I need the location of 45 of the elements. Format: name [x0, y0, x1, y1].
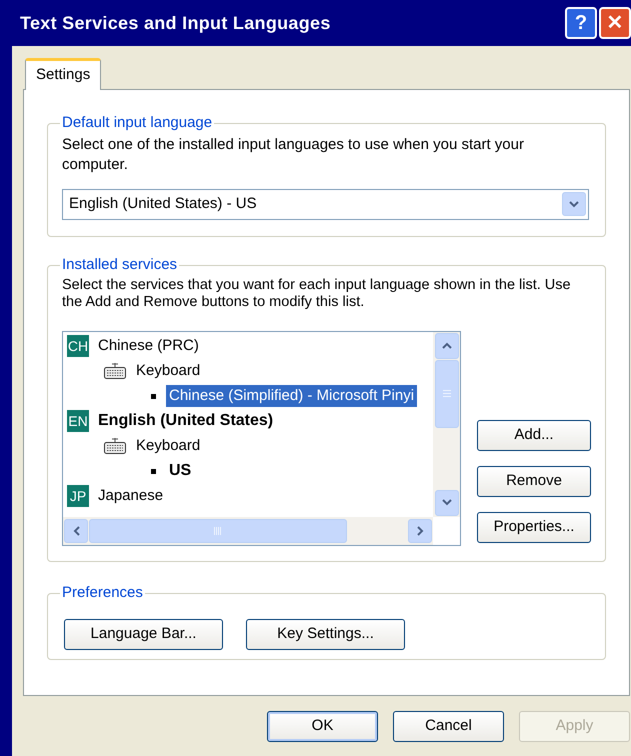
tree-item[interactable]: Chinese (Simplified) - Microsoft Pinyi	[166, 385, 418, 407]
keyboard-icon	[103, 437, 127, 455]
group-legend: Default input language	[60, 112, 214, 134]
chevron-right-icon	[416, 526, 424, 536]
bullet-icon	[151, 468, 156, 474]
language-badge: JP	[67, 485, 89, 507]
close-button[interactable]: ✕	[599, 7, 631, 39]
description-text: Select the services that you want for each input language shown in the list. Use the Add and Remove buttons to modify this list.	[62, 276, 572, 310]
scroll-thumb[interactable]	[434, 360, 458, 428]
scroll-thumb[interactable]	[89, 518, 347, 542]
tree-item[interactable]: Keyboard	[133, 360, 204, 382]
chevron-up-icon	[442, 342, 452, 349]
scroll-down-button[interactable]	[434, 490, 458, 516]
vertical-scrollbar[interactable]	[433, 332, 460, 516]
tree-item[interactable]: Chinese (PRC)	[95, 335, 202, 357]
description-text: Select one of the installed input languages to use when you start your computer.	[62, 134, 525, 174]
dialog-button[interactable]: OK	[267, 711, 378, 742]
tree-item[interactable]: US	[166, 460, 194, 482]
tree-item[interactable]: Japanese	[95, 485, 166, 507]
dialog-button[interactable]: Language Bar...	[64, 618, 223, 650]
language-dropdown[interactable]: English (United States) - US	[62, 188, 589, 220]
grip-icon	[214, 526, 222, 534]
dialog-button[interactable]: Cancel	[393, 711, 504, 742]
tab[interactable]: Settings	[25, 58, 102, 90]
dialog-button[interactable]: Properties...	[477, 512, 591, 542]
scroll-up-button[interactable]	[434, 332, 458, 358]
window-title: Text Services and Input Languages	[20, 12, 332, 35]
tree-item[interactable]: English (United States)	[95, 410, 276, 432]
group-legend: Installed services	[60, 254, 180, 276]
help-button[interactable]: ?	[565, 7, 597, 39]
tree-item[interactable]: Keyboard	[133, 435, 204, 457]
scroll-left-button[interactable]	[64, 518, 88, 542]
scroll-right-button[interactable]	[408, 518, 432, 542]
language-badge: CH	[67, 335, 89, 357]
language-badge: EN	[67, 410, 89, 432]
bullet-icon	[151, 394, 156, 398]
group-legend: Preferences	[60, 582, 145, 604]
dialog-button[interactable]: Add...	[477, 420, 591, 450]
chevron-left-icon	[72, 526, 80, 536]
chevron-down-icon	[442, 499, 452, 506]
horizontal-scrollbar[interactable]	[63, 516, 433, 544]
dialog-button[interactable]: Remove	[477, 466, 591, 496]
dialog-button[interactable]: Key Settings...	[246, 618, 405, 650]
grip-icon	[442, 390, 450, 397]
keyboard-icon	[103, 362, 127, 380]
